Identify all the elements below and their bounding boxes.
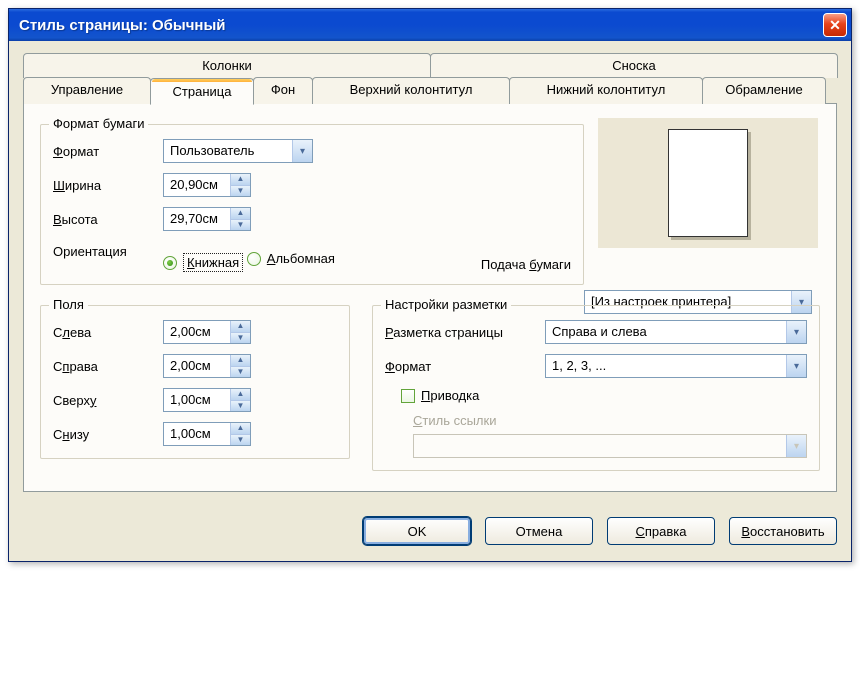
spin-margin-right[interactable]: 2,00см ▲▼ <box>163 354 251 378</box>
radio-dot-icon <box>163 256 177 270</box>
label-width: Ширина <box>53 178 163 193</box>
check-register-true[interactable]: Приводка <box>401 388 479 403</box>
group-paper-format: Формат бумаги Формат Пользователь ▾ Шири… <box>40 124 584 285</box>
chevron-down-icon[interactable]: ▼ <box>231 367 250 378</box>
chevron-down-icon[interactable]: ▼ <box>231 401 250 412</box>
tab-header[interactable]: Верхний колонтитул <box>312 77 510 104</box>
spin-height[interactable]: 29,70см ▲▼ <box>163 207 251 231</box>
tab-organizer[interactable]: Управление <box>23 77 151 104</box>
legend-paper-format: Формат бумаги <box>49 116 148 131</box>
legend-layout-settings: Настройки разметки <box>381 297 511 312</box>
close-button[interactable]: ✕ <box>823 13 847 37</box>
tab-columns[interactable]: Колонки <box>23 53 431 78</box>
tab-row-bottom: Управление Страница Фон Верхний колонтит… <box>23 77 837 104</box>
combo-reference-style: ▾ <box>413 434 807 458</box>
checkbox-icon <box>401 389 415 403</box>
tab-panel-page: Формат бумаги Формат Пользователь ▾ Шири… <box>23 103 837 492</box>
chevron-down-icon[interactable]: ▼ <box>231 333 250 344</box>
chevron-down-icon: ▾ <box>786 435 806 457</box>
orientation-options: Книжная Альбомная <box>163 241 335 272</box>
reset-button[interactable]: Восстановить <box>729 517 837 545</box>
preview-page-icon <box>668 129 748 237</box>
tab-container: Колонки Сноска Управление Страница Фон В… <box>23 53 837 104</box>
tab-row-top: Колонки Сноска <box>23 53 837 78</box>
chevron-up-icon[interactable]: ▲ <box>231 174 250 186</box>
combo-number-format[interactable]: 1, 2, 3, ... ▾ <box>545 354 807 378</box>
tab-background[interactable]: Фон <box>253 77 313 104</box>
page-preview <box>598 118 818 248</box>
legend-margins: Поля <box>49 297 88 312</box>
label-number-format: Формат <box>385 359 545 374</box>
dialog-footer: OK Отмена Справка Восстановить <box>9 505 851 561</box>
chevron-up-icon[interactable]: ▲ <box>231 208 250 220</box>
ok-button[interactable]: OK <box>363 517 471 545</box>
chevron-up-icon[interactable]: ▲ <box>231 423 250 435</box>
label-margin-right: Справа <box>53 359 163 374</box>
radio-portrait-label: Книжная <box>183 253 243 272</box>
radio-dot-icon <box>247 252 261 266</box>
combo-paper-format[interactable]: Пользователь ▾ <box>163 139 313 163</box>
spinner-arrows: ▲▼ <box>230 208 250 230</box>
spin-margin-left[interactable]: 2,00см ▲▼ <box>163 320 251 344</box>
label-reference-style: Стиль ссылки <box>413 413 496 428</box>
spin-height-value: 29,70см <box>164 208 230 230</box>
combo-page-layout[interactable]: Справа и слева ▾ <box>545 320 807 344</box>
label-height: Высота <box>53 212 163 227</box>
spin-width[interactable]: 20,90см ▲▼ <box>163 173 251 197</box>
label-orientation: Ориентация <box>53 241 163 259</box>
spin-margin-top[interactable]: 1,00см ▲▼ <box>163 388 251 412</box>
label-margin-top: Сверху <box>53 393 163 408</box>
radio-portrait[interactable]: Книжная <box>163 253 243 272</box>
combo-paper-format-value: Пользователь <box>164 140 292 162</box>
tab-borders[interactable]: Обрамление <box>702 77 826 104</box>
titlebar: Стиль страницы: Обычный ✕ <box>9 9 851 41</box>
label-paper-feed: Подача бумаги <box>481 257 571 272</box>
label-margin-bottom: Снизу <box>53 427 163 442</box>
label-format: Формат <box>53 144 163 159</box>
spinner-arrows: ▲▼ <box>230 174 250 196</box>
radio-landscape-label: Альбомная <box>267 251 335 266</box>
chevron-down-icon: ▾ <box>292 140 312 162</box>
check-register-label: Приводка <box>421 388 479 403</box>
chevron-down-icon[interactable]: ▼ <box>231 435 250 446</box>
help-button[interactable]: Справка <box>607 517 715 545</box>
chevron-up-icon[interactable]: ▲ <box>231 355 250 367</box>
group-layout-settings: Настройки разметки Разметка страницы Спр… <box>372 305 820 471</box>
chevron-up-icon[interactable]: ▲ <box>231 321 250 333</box>
chevron-down-icon[interactable]: ▼ <box>231 186 250 197</box>
tab-footer[interactable]: Нижний колонтитул <box>509 77 703 104</box>
chevron-down-icon[interactable]: ▼ <box>231 220 250 231</box>
group-margins: Поля Слева 2,00см ▲▼ Справа 2,00см <box>40 305 350 459</box>
close-icon: ✕ <box>829 17 841 34</box>
chevron-down-icon: ▾ <box>786 355 806 377</box>
window-title: Стиль страницы: Обычный <box>19 17 823 34</box>
content-area: Колонки Сноска Управление Страница Фон В… <box>9 41 851 505</box>
chevron-down-icon: ▾ <box>786 321 806 343</box>
radio-landscape[interactable]: Альбомная <box>247 251 335 266</box>
tab-footnote[interactable]: Сноска <box>430 53 838 78</box>
tab-page[interactable]: Страница <box>150 78 254 105</box>
dialog-window: Стиль страницы: Обычный ✕ Колонки Сноска… <box>8 8 852 562</box>
spin-width-value: 20,90см <box>164 174 230 196</box>
chevron-up-icon[interactable]: ▲ <box>231 389 250 401</box>
label-page-layout: Разметка страницы <box>385 325 545 340</box>
cancel-button[interactable]: Отмена <box>485 517 593 545</box>
label-margin-left: Слева <box>53 325 163 340</box>
spin-margin-bottom[interactable]: 1,00см ▲▼ <box>163 422 251 446</box>
